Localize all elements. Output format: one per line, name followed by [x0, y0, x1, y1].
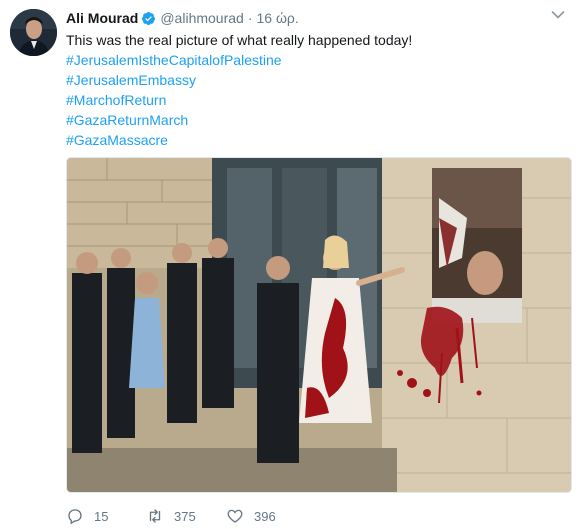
photo-illustration: [67, 158, 571, 492]
display-name[interactable]: Ali Mourad: [66, 10, 138, 26]
avatar[interactable]: [10, 9, 57, 56]
verified-badge-icon: [142, 11, 156, 25]
hashtag-link[interactable]: #GazaMassacre: [66, 132, 168, 148]
timestamp[interactable]: 16 ώρ.: [257, 10, 299, 26]
tweet: Ali Mourad @alihmourad · 16 ώρ. This was…: [0, 0, 579, 529]
tweet-media-photo[interactable]: [66, 157, 572, 493]
tweet-header: Ali Mourad @alihmourad · 16 ώρ.: [66, 9, 299, 27]
avatar-image: [10, 9, 57, 56]
retweet-button[interactable]: 375: [146, 507, 226, 525]
handle[interactable]: @alihmourad: [160, 10, 243, 26]
retweet-icon: [149, 509, 161, 523]
like-icon: [227, 509, 243, 523]
hashtag-link[interactable]: #JerusalemEmbassy: [66, 72, 196, 88]
hashtag-link[interactable]: #JerusalemIstheCapitalofPalestine: [66, 52, 282, 68]
like-count: 396: [254, 508, 276, 524]
tweet-text: This was the real picture of what really…: [66, 30, 566, 150]
reply-icon: [68, 509, 82, 525]
tweet-text-line: This was the real picture of what really…: [66, 32, 413, 48]
chevron-down-icon[interactable]: [551, 10, 565, 20]
retweet-count: 375: [174, 508, 196, 524]
reply-button[interactable]: 15: [66, 507, 146, 525]
like-button[interactable]: 396: [226, 507, 306, 525]
separator-dot: ·: [247, 10, 253, 26]
hashtag-link[interactable]: #MarchofReturn: [66, 92, 166, 108]
reply-count: 15: [94, 508, 109, 524]
tweet-actions: 15 375 396: [66, 506, 306, 526]
hashtag-link[interactable]: #GazaReturnMarch: [66, 112, 188, 128]
